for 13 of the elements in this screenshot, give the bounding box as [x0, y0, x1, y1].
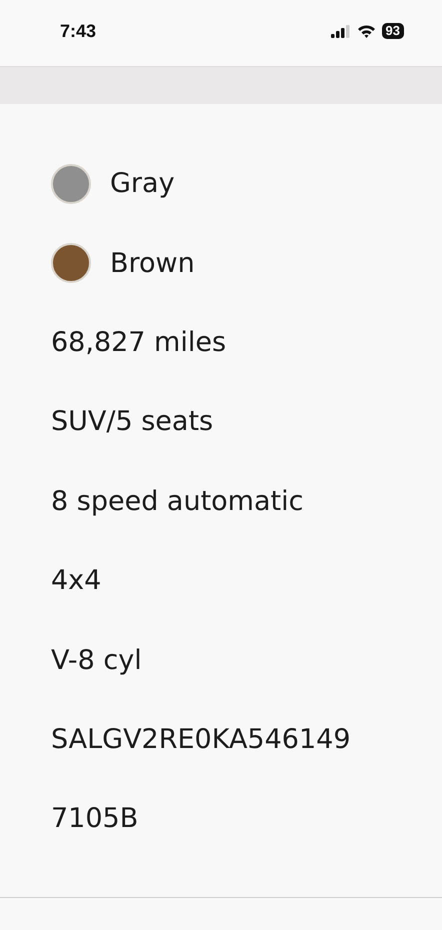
color-name: Brown — [110, 248, 195, 279]
signal-icon — [330, 24, 351, 38]
color-name: Gray — [110, 168, 175, 200]
wifi-icon — [356, 24, 376, 38]
battery-level: 93 — [382, 23, 404, 39]
detail-text: 8 speed automatic — [51, 486, 304, 517]
detail-text: SUV/5 seats — [51, 406, 214, 438]
detail-text: 7105B — [51, 803, 138, 834]
detail-text: 68,827 miles — [51, 326, 226, 358]
detail-text: V-8 cyl — [51, 644, 142, 676]
clock-time: 7:43 — [60, 20, 96, 42]
detail-text: 4x4 — [51, 565, 102, 596]
detail-text: SALGV2RE0KA546149 — [51, 724, 350, 755]
